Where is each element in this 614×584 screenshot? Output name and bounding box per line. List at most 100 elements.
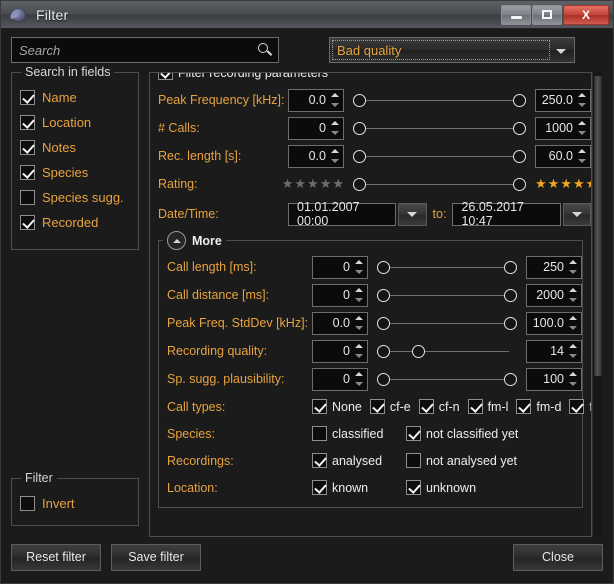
num-calls-range-slider[interactable] <box>353 117 526 140</box>
spin-up-icon[interactable] <box>567 258 579 267</box>
spin-down-icon[interactable] <box>567 324 579 333</box>
spin-down-icon[interactable] <box>567 296 579 305</box>
slider-knob-low[interactable] <box>377 344 390 358</box>
search-box[interactable] <box>11 37 279 63</box>
scrollbar-thumb[interactable] <box>594 76 602 376</box>
rec-length-min-spinbox[interactable]: 0.0 <box>288 144 344 168</box>
minimize-button[interactable] <box>501 4 531 25</box>
species-not-classified-yet[interactable]: not classified yet <box>406 426 518 441</box>
datetime-from-field[interactable]: 01.01.2007 00:00 <box>288 200 397 228</box>
spin-down-icon[interactable] <box>576 157 588 166</box>
checkbox-species-sugg[interactable] <box>20 190 35 205</box>
call-length-max-spinbox[interactable]: 250 <box>526 255 582 279</box>
search-field-name[interactable]: Name <box>20 85 130 110</box>
recording-quality-range-slider[interactable] <box>377 340 517 363</box>
peak-freq-stddev-max-spinbox[interactable]: 100.0 <box>526 311 582 335</box>
checkbox-species-classified[interactable] <box>312 426 327 441</box>
checkbox-location-known[interactable] <box>312 480 327 495</box>
sp-sugg-plausibility-min-spinbox[interactable]: 0 <box>312 367 368 391</box>
search-field-location[interactable]: Location <box>20 110 130 135</box>
spin-down-icon[interactable] <box>353 380 365 389</box>
quality-combobox[interactable]: Bad quality <box>329 37 575 63</box>
slider-knob-high[interactable] <box>504 316 517 330</box>
close-button[interactable]: Close <box>513 543 603 571</box>
slider-knob-high[interactable] <box>513 149 526 163</box>
call-type-fm-l[interactable]: fm-l <box>467 399 508 414</box>
checkbox-call-type-none[interactable] <box>312 399 327 414</box>
slider-knob-high[interactable] <box>504 372 517 386</box>
slider-knob-low[interactable] <box>377 316 390 330</box>
slider-knob-low[interactable] <box>353 121 366 135</box>
slider-knob-high[interactable] <box>513 177 526 191</box>
spin-up-icon[interactable] <box>576 147 588 156</box>
call-length-range-slider[interactable] <box>377 256 517 279</box>
checkbox-notes[interactable] <box>20 140 35 155</box>
slider-knob-low[interactable] <box>353 177 366 191</box>
location-unknown[interactable]: unknown <box>406 480 476 495</box>
spin-down-icon[interactable] <box>576 101 588 110</box>
checkbox-species-not-classified-yet[interactable] <box>406 426 421 441</box>
spin-up-icon[interactable] <box>353 342 365 351</box>
recordings-not-analysed-yet[interactable]: not analysed yet <box>406 453 517 468</box>
spin-down-icon[interactable] <box>567 380 579 389</box>
search-field-notes[interactable]: Notes <box>20 135 130 160</box>
peak-freq-stddev-range-slider[interactable] <box>377 312 517 335</box>
spin-down-icon[interactable] <box>329 101 341 110</box>
num-calls-max-spinbox[interactable]: 1000 <box>535 116 591 140</box>
slider-knob-high[interactable] <box>504 288 517 302</box>
slider-knob-low[interactable] <box>353 149 366 163</box>
chevron-up-icon[interactable] <box>167 231 186 250</box>
slider-knob-low[interactable] <box>377 372 390 386</box>
checkbox-call-type-cf-e[interactable] <box>369 399 385 414</box>
num-calls-min-spinbox[interactable]: 0 <box>288 116 344 140</box>
call-distance-max-spinbox[interactable]: 2000 <box>526 283 582 307</box>
rating-min-stars[interactable]: ★ ★ ★ ★ ★ <box>282 176 344 192</box>
spin-up-icon[interactable] <box>353 258 365 267</box>
recording-quality-min-spinbox[interactable]: 0 <box>312 339 368 363</box>
reset-filter-button[interactable]: Reset filter <box>11 543 101 571</box>
recording-quality-max-spinbox[interactable]: 14 <box>526 339 582 363</box>
invert-row[interactable]: Invert <box>20 491 130 516</box>
call-distance-range-slider[interactable] <box>377 284 517 307</box>
close-window-button[interactable]: X <box>563 4 609 25</box>
checkbox-invert[interactable] <box>20 496 35 511</box>
datetime-from-dropdown-button[interactable] <box>398 202 427 226</box>
spin-up-icon[interactable] <box>576 119 588 128</box>
titlebar[interactable]: Filter X <box>1 1 613 29</box>
checkbox-location[interactable] <box>20 115 35 130</box>
spin-down-icon[interactable] <box>353 352 365 361</box>
checkbox-filter-recording-parameters[interactable] <box>158 73 173 80</box>
spin-down-icon[interactable] <box>353 324 365 333</box>
datetime-to-field[interactable]: 26.05.2017 10:47 <box>452 200 561 228</box>
checkbox-recordings-not-analysed-yet[interactable] <box>406 453 421 468</box>
slider-knob-high[interactable] <box>513 93 526 107</box>
spin-up-icon[interactable] <box>329 91 341 100</box>
checkbox-recordings-analysed[interactable] <box>312 453 327 468</box>
spin-down-icon[interactable] <box>329 129 341 138</box>
location-known[interactable]: known <box>312 480 398 495</box>
rating-range-slider[interactable] <box>353 173 526 196</box>
slider-knob-high[interactable] <box>412 344 425 358</box>
spin-down-icon[interactable] <box>353 268 365 277</box>
checkbox-call-type-fm[interactable] <box>569 399 585 414</box>
spin-down-icon[interactable] <box>353 296 365 305</box>
slider-knob-low[interactable] <box>377 288 390 302</box>
spin-up-icon[interactable] <box>576 91 588 100</box>
spin-up-icon[interactable] <box>567 286 579 295</box>
checkbox-species[interactable] <box>20 165 35 180</box>
checkbox-location-unknown[interactable] <box>406 480 421 495</box>
checkbox-call-type-fm-l[interactable] <box>467 399 483 414</box>
recordings-analysed[interactable]: analysed <box>312 453 398 468</box>
spin-up-icon[interactable] <box>567 342 579 351</box>
sp-sugg-plausibility-range-slider[interactable] <box>377 368 517 391</box>
call-type-fm[interactable]: fm <box>569 399 591 414</box>
spin-down-icon[interactable] <box>576 129 588 138</box>
spin-up-icon[interactable] <box>353 314 365 323</box>
search-field-recorded[interactable]: Recorded <box>20 210 130 235</box>
call-type-none[interactable]: None <box>312 399 362 414</box>
spin-up-icon[interactable] <box>353 286 365 295</box>
save-filter-button[interactable]: Save filter <box>111 543 201 571</box>
call-type-cf-n[interactable]: cf-n <box>418 399 460 414</box>
spin-down-icon[interactable] <box>567 268 579 277</box>
spin-up-icon[interactable] <box>567 314 579 323</box>
